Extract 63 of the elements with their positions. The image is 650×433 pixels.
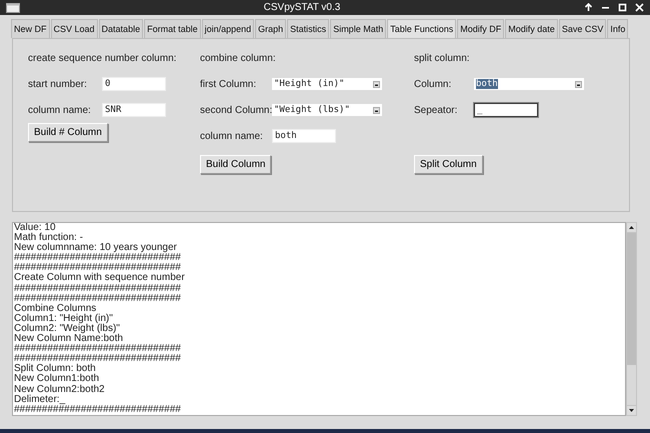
log-line: ############################## — [14, 294, 182, 304]
scrollbar[interactable] — [626, 222, 637, 416]
scroll-up-icon[interactable] — [627, 223, 636, 232]
log-line: New columnname: 10 years younger — [14, 243, 177, 254]
log-line: Split Column: both — [14, 364, 96, 374]
tab[interactable]: Table Functions — [387, 19, 456, 38]
field-label: Sepeator: — [414, 104, 458, 116]
tab[interactable]: Simple Math — [330, 19, 386, 38]
tab[interactable]: Statistics — [287, 19, 330, 38]
build-button[interactable]: Build Column — [200, 154, 272, 174]
log-line: New Column Name:both — [14, 334, 123, 344]
tab[interactable]: Modify date — [505, 19, 558, 38]
field-label: column name: — [28, 104, 92, 116]
caret-icon[interactable] — [373, 106, 380, 114]
log-line: Combine Columns — [14, 304, 96, 314]
input-field[interactable]: 0 — [102, 77, 166, 91]
log-line: New Column2:both2 — [14, 384, 106, 394]
close-icon[interactable] — [635, 3, 644, 12]
log-line: Math function: - — [14, 233, 83, 244]
log-line: ############################## — [14, 253, 182, 264]
section-heading: create sequence number column: — [28, 52, 176, 64]
section-heading: combine column: — [200, 52, 276, 64]
scroll-down-icon[interactable] — [627, 406, 636, 415]
tab[interactable]: New DF — [11, 19, 50, 38]
field-label: second Column: — [200, 104, 272, 116]
maximize-icon[interactable] — [618, 3, 627, 12]
scroll-thumb[interactable] — [627, 233, 636, 405]
tab[interactable]: Save CSV — [558, 19, 606, 38]
log-line: ############################## — [14, 354, 182, 364]
log-line: Column1: "Height (in)" — [14, 314, 113, 324]
log-line: ############################## — [14, 263, 181, 274]
window-icon — [6, 2, 20, 12]
tab[interactable]: Info — [607, 19, 628, 38]
log-line: New Column1:both — [14, 374, 100, 384]
log-line: ############################## — [14, 404, 182, 415]
section-heading: split column: — [414, 52, 470, 64]
tab[interactable]: CSV Load — [50, 19, 98, 38]
tab[interactable]: join/append — [202, 19, 254, 38]
dropdown[interactable]: "Height (in)" — [272, 78, 382, 90]
tab[interactable]: Datatable — [98, 19, 144, 38]
caret-icon[interactable] — [373, 80, 380, 88]
window-title: CSVpySTAT v0.3 — [262, 2, 342, 13]
input-field[interactable]: SNR — [102, 103, 166, 117]
field-label: Column: — [414, 78, 452, 90]
field-label: first Column: — [200, 78, 258, 90]
log-line: ############################## — [14, 344, 182, 354]
field-label: column name: — [200, 130, 264, 142]
build-button[interactable]: Split Column — [414, 154, 483, 174]
tab[interactable]: Format table — [144, 19, 201, 38]
field-label: start number: — [28, 78, 88, 90]
log-line: Delimeter:_ — [14, 394, 66, 405]
build-button[interactable]: Build # Column — [28, 122, 108, 142]
log-line: Column2: "Weight (lbs)" — [14, 324, 120, 334]
log-line: ############################## — [14, 284, 182, 294]
dropdown[interactable]: "Weight (lbs)" — [272, 104, 382, 116]
dropdown[interactable]: both — [474, 78, 584, 90]
input-field[interactable]: both — [272, 129, 336, 143]
tab[interactable]: Graph — [255, 19, 286, 38]
tab[interactable]: Modify DF — [457, 19, 504, 38]
log-line: Value: 10 — [14, 223, 56, 233]
log-line: Create Column with sequence number — [14, 273, 186, 284]
caret-icon[interactable] — [575, 80, 582, 88]
input-field[interactable]: _ — [474, 103, 538, 117]
